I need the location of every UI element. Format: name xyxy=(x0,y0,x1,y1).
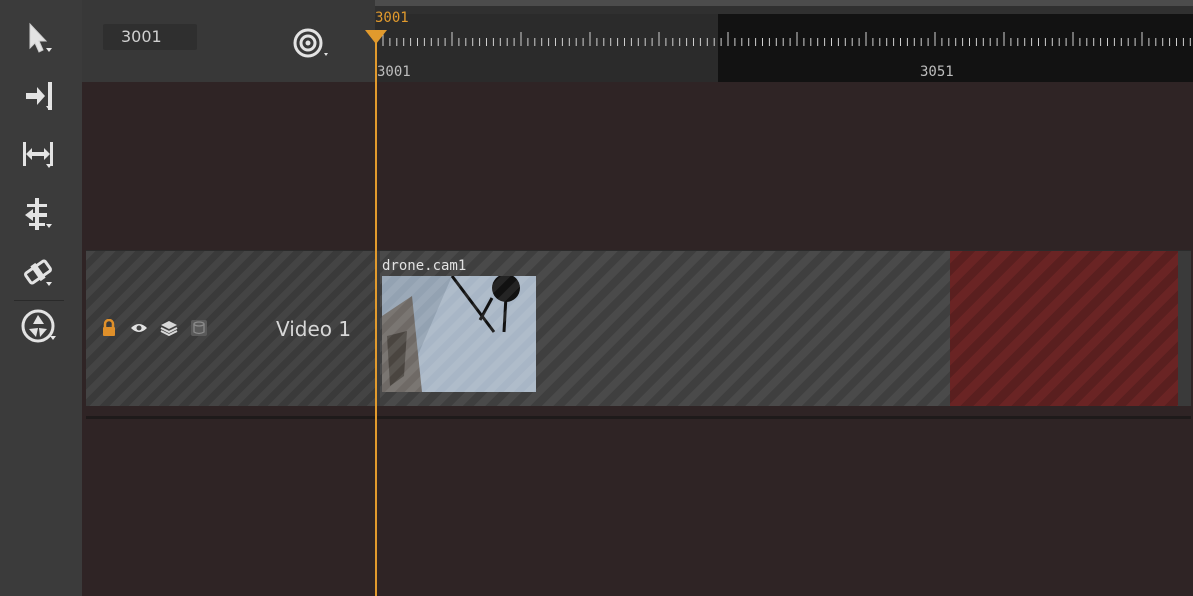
ruler-label-start: 3001 xyxy=(377,64,411,80)
playhead-frame-label: 3001 xyxy=(375,10,409,26)
video-clip[interactable]: drone.cam1 xyxy=(380,251,950,406)
track-name: Video 1 xyxy=(276,317,352,341)
track-header: Video 1 xyxy=(86,251,377,406)
razor-tool-button[interactable] xyxy=(14,252,62,292)
cache-toggle[interactable] xyxy=(190,319,208,337)
slip-to-playhead-button[interactable] xyxy=(14,76,62,116)
left-toolbar xyxy=(0,0,84,596)
drone-thumbnail-image xyxy=(382,276,536,392)
aperture-tool-button[interactable] xyxy=(14,306,62,346)
lock-toggle[interactable] xyxy=(100,319,118,337)
layers-icon xyxy=(160,321,178,336)
database-icon xyxy=(191,320,207,336)
video-track[interactable]: Video 1 drone.cam1 xyxy=(86,250,1191,406)
track-controls xyxy=(100,319,208,337)
layers-toggle[interactable] xyxy=(160,319,178,337)
playback-mode-icon xyxy=(293,28,328,58)
trim-range-button[interactable] xyxy=(14,134,62,174)
timecode-field[interactable]: 3001 xyxy=(103,24,197,50)
clip-name: drone.cam1 xyxy=(382,258,467,274)
clip-thumbnail xyxy=(382,276,536,392)
track-divider xyxy=(86,416,1191,419)
select-tool-button[interactable] xyxy=(14,18,62,58)
timeline-ruler[interactable]: 3001 3001 3051 xyxy=(375,0,1193,82)
ruler-label-mid: 3051 xyxy=(920,64,954,80)
ruler-topline xyxy=(375,0,1193,6)
track-area: Video 1 drone.cam1 xyxy=(82,82,1193,596)
playback-mode-button[interactable] xyxy=(290,25,334,61)
ruler-ticks xyxy=(382,32,1191,46)
ripple-tool-button[interactable] xyxy=(14,194,62,234)
playhead-handle[interactable] xyxy=(365,30,387,44)
visibility-toggle[interactable] xyxy=(130,319,148,337)
timeline-editor: 3001 3001 3001 3051 Video 1 drone.cam1 xyxy=(0,0,1193,596)
playhead-line[interactable] xyxy=(375,32,377,596)
lock-icon xyxy=(103,319,115,336)
eye-icon xyxy=(131,324,147,332)
missing-media-region xyxy=(950,251,1178,406)
